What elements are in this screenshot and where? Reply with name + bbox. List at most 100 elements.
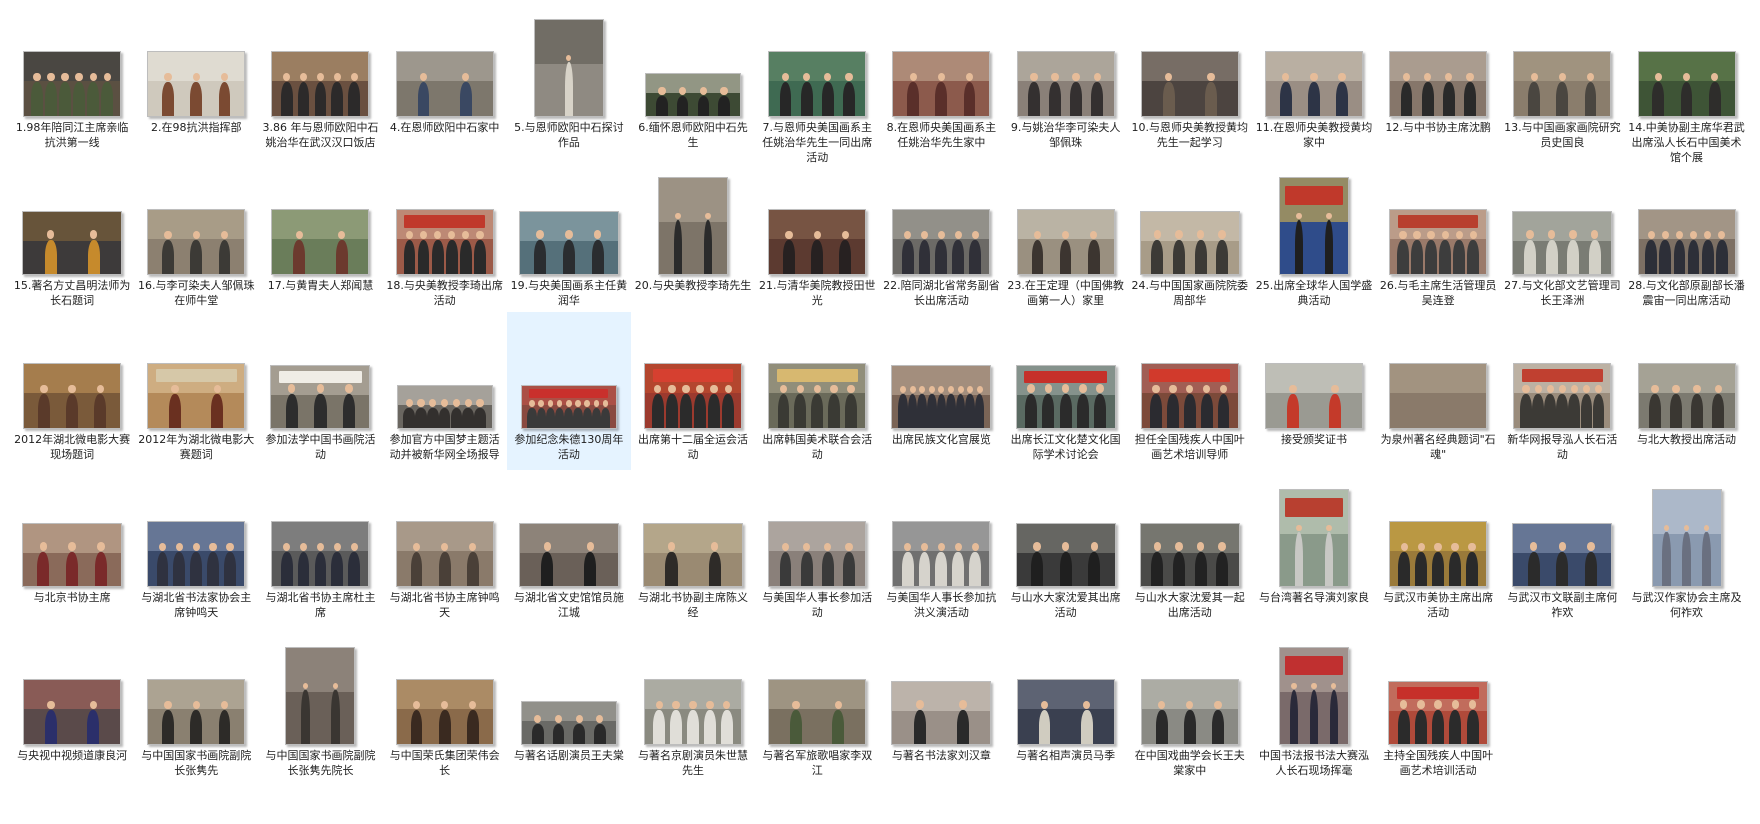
file-item[interactable]: 与武汉作家协会主席及何祚欢 [1624,470,1748,628]
photo-thumbnail[interactable] [395,521,494,587]
file-item[interactable]: 5.与恩师欧阳中石探讨作品 [507,0,631,158]
file-item[interactable]: 中国书法报书法大赛泓人长石现场挥毫 [1252,628,1376,786]
file-item[interactable]: 与著名京剧演员朱世慧先生 [631,628,755,786]
file-item[interactable]: 21.与清华美院教授田世光 [755,158,879,312]
file-item[interactable]: 新华网报导泓人长石活动 [1500,312,1624,470]
photo-thumbnail[interactable] [768,51,867,117]
file-item[interactable]: 与北大教授出席活动 [1624,312,1748,470]
file-item[interactable]: 与中国荣氏集团荣伟会长 [383,628,507,786]
photo-thumbnail[interactable] [891,681,992,745]
file-item[interactable]: 与山水大家沈爱其一起出席活动 [1128,470,1252,628]
photo-thumbnail[interactable] [658,177,729,275]
file-item[interactable]: 与湖北书协副主席陈义经 [631,470,755,628]
file-item[interactable]: 与著名话剧演员王夫棠 [507,628,631,786]
file-item[interactable]: 9.与姚治华李可染夫人邹佩珠 [1004,0,1128,158]
file-item[interactable]: 与湖北省书法家协会主席钟鸣天 [134,470,258,628]
file-item[interactable]: 与央视中视频道康良河 [10,628,134,786]
file-item[interactable]: 28.与文化部原副部长潘震宙一同出席活动 [1624,158,1748,312]
file-item[interactable]: 18.与央美教授李琦出席活动 [383,158,507,312]
photo-thumbnail[interactable] [518,211,619,275]
file-item[interactable]: 8.在恩师央美国画系主任姚治华先生家中 [879,0,1003,158]
file-item[interactable]: 与著名军旅歌唱家李双江 [755,628,879,786]
file-item[interactable]: 2012年湖北微电影大赛现场题词 [10,312,134,470]
photo-thumbnail[interactable] [645,73,742,117]
photo-thumbnail[interactable] [533,19,604,117]
file-item[interactable]: 主持全国残疾人中国叶画艺术培训活动 [1376,628,1500,786]
photo-thumbnail[interactable] [1140,679,1239,745]
photo-thumbnail[interactable] [1512,211,1613,275]
photo-thumbnail[interactable] [23,363,122,429]
photo-thumbnail[interactable] [1389,521,1488,587]
photo-thumbnail[interactable] [285,647,356,745]
photo-thumbnail[interactable] [768,209,867,275]
file-item[interactable]: 14.中美协副主席华君武出席泓人长石中国美术馆个展 [1624,0,1748,164]
file-item[interactable]: 与中国国家书画院副院长张隽先 [134,628,258,786]
photo-thumbnail[interactable] [768,363,867,429]
file-item[interactable]: 2012年为湖北微电影大赛题词 [134,312,258,470]
file-item[interactable]: 与著名相声演员马季 [1004,628,1128,786]
photo-thumbnail[interactable] [22,211,123,275]
photo-thumbnail[interactable] [1140,363,1239,429]
photo-thumbnail[interactable] [1637,209,1736,275]
photo-thumbnail[interactable] [271,51,370,117]
photo-thumbnail[interactable] [1140,51,1239,117]
file-item[interactable]: 与湖北省文史馆馆员施江城 [507,470,631,628]
photo-thumbnail[interactable] [644,363,743,429]
photo-thumbnail[interactable] [892,51,991,117]
file-item[interactable]: 17.与黄胄夫人郑闻慧 [258,158,382,312]
file-item[interactable]: 与湖北省书协主席钟鸣天 [383,470,507,628]
photo-thumbnail[interactable] [1651,489,1722,587]
photo-thumbnail[interactable] [147,521,246,587]
file-item[interactable]: 1.98年陪同江主席亲临抗洪第一线 [10,0,134,158]
photo-thumbnail[interactable] [395,679,494,745]
photo-thumbnail[interactable] [270,365,371,429]
file-item[interactable]: 22.陪同湖北省常务副省长出席活动 [879,158,1003,312]
photo-thumbnail[interactable] [23,679,122,745]
photo-thumbnail[interactable] [147,209,246,275]
file-item[interactable]: 与美国华人事长参加抗洪义演活动 [879,470,1003,628]
photo-thumbnail[interactable] [22,523,123,587]
photo-thumbnail[interactable] [518,523,619,587]
photo-thumbnail[interactable] [1389,51,1488,117]
file-item[interactable]: 23.在王定理（中国佛教画第一人）家里 [1004,158,1128,312]
photo-thumbnail[interactable] [396,385,493,429]
file-item[interactable]: 19.与央美国画系主任黄润华 [507,158,631,312]
photo-thumbnail[interactable] [1513,363,1612,429]
file-item[interactable]: 7.与恩师央美国画系主任姚治华先生一同出席活动 [755,0,879,164]
photo-thumbnail[interactable] [271,209,370,275]
photo-thumbnail[interactable] [1139,523,1240,587]
file-item[interactable]: 与中国国家书画院副院长张隽先院长 [258,628,382,786]
photo-thumbnail[interactable] [644,679,743,745]
file-item[interactable]: 11.在恩师央美教授黄均家中 [1252,0,1376,158]
photo-thumbnail[interactable] [1512,523,1613,587]
file-item[interactable]: 参加官方中国梦主题活动并被新华网全场报导 [383,312,507,470]
file-item[interactable]: 20.与央美教授李琦先生 [631,158,755,312]
file-item[interactable]: 13.与中国画家画院研究员史国良 [1500,0,1624,158]
file-item[interactable]: 4.在恩师欧阳中石家中 [383,0,507,158]
file-item[interactable]: 15.著名方丈昌明法师为长石题词 [10,158,134,312]
file-item[interactable]: 参加纪念朱德130周年活动 [506,312,631,470]
photo-thumbnail[interactable] [768,679,867,745]
photo-thumbnail[interactable] [892,209,991,275]
photo-thumbnail[interactable] [271,521,370,587]
photo-thumbnail[interactable] [1389,363,1488,429]
file-item[interactable]: 与山水大家沈爱其出席活动 [1004,470,1128,628]
photo-thumbnail[interactable] [1637,363,1736,429]
file-item[interactable]: 接受颁奖证书 [1252,312,1376,470]
photo-thumbnail[interactable] [891,365,992,429]
file-item[interactable]: 27.与文化部文艺管理司长王泽洲 [1500,158,1624,312]
file-item[interactable]: 为泉州著名经典题词"石魂" [1376,312,1500,470]
photo-thumbnail[interactable] [1015,523,1116,587]
photo-thumbnail[interactable] [1016,679,1115,745]
photo-thumbnail[interactable] [768,521,867,587]
photo-thumbnail[interactable] [147,363,246,429]
photo-thumbnail[interactable] [1637,51,1736,117]
photo-thumbnail[interactable] [395,209,494,275]
photo-thumbnail[interactable] [1389,209,1488,275]
file-item[interactable]: 3.86 年与恩师欧阳中石姚治华在武汉汉口饭店 [258,0,382,158]
photo-thumbnail[interactable] [147,679,246,745]
photo-thumbnail[interactable] [1264,363,1363,429]
file-item[interactable]: 与美国华人事长参加活动 [755,470,879,628]
file-item[interactable]: 10.与恩师央美教授黄均先生一起学习 [1128,0,1252,158]
photo-thumbnail[interactable] [395,51,494,117]
